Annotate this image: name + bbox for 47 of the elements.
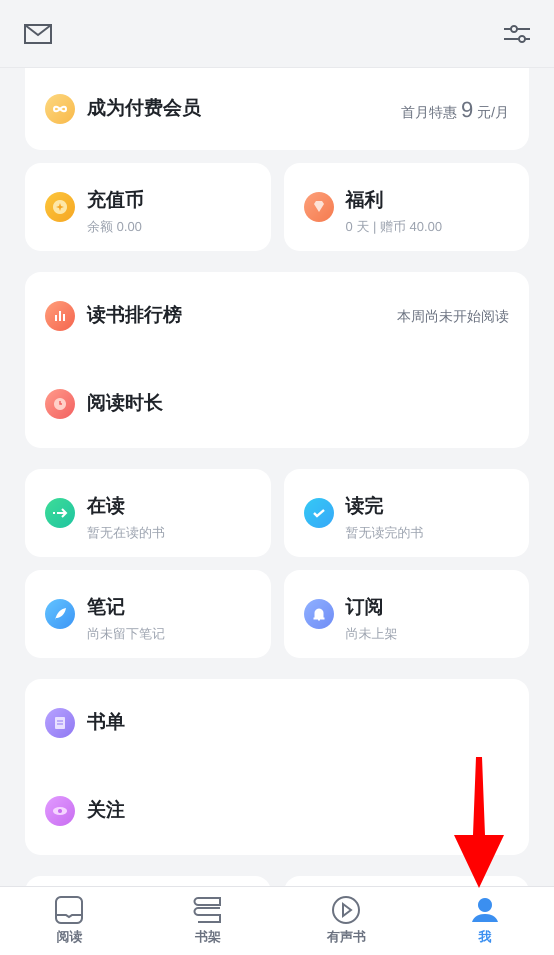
tray-icon <box>54 895 84 926</box>
tile-subtitle: 暂无读完的书 <box>346 524 424 542</box>
feather-icon <box>45 599 75 629</box>
bell-icon <box>304 599 334 629</box>
bar-chart-icon <box>45 301 75 331</box>
tile-title: 笔记 <box>87 596 126 620</box>
member-card[interactable]: 成为付费会员 首月特惠 9 元/月 <box>25 68 529 150</box>
member-offer: 首月特惠 9 元/月 <box>401 96 509 124</box>
clock-icon <box>45 389 75 419</box>
eye-icon <box>45 796 75 826</box>
tile-subtitle: 尚未上架 <box>346 625 398 643</box>
tile-subtitle: 余额 0.00 <box>87 218 143 236</box>
tile-subtitle: 暂无在读的书 <box>87 524 165 542</box>
tab[interactable]: 书架 <box>138 887 277 955</box>
member-title: 成为付费会员 <box>87 96 202 121</box>
row-title: 书单 <box>87 710 126 735</box>
mail-icon[interactable] <box>24 24 52 44</box>
row-title: 阅读时长 <box>87 392 164 416</box>
tile-title: 读完 <box>346 495 384 519</box>
row-title: 关注 <box>87 798 126 823</box>
list-row[interactable]: 关注 <box>25 767 529 855</box>
tile-card[interactable]: 读完 暂无读完的书 <box>284 469 529 557</box>
tile-title: 订阅 <box>346 596 384 620</box>
tile-title: 福利 <box>346 189 384 213</box>
tile-subtitle: 尚未留下笔记 <box>87 625 165 643</box>
tile-card[interactable]: 充值币 余额 0.00 <box>25 163 270 251</box>
play-icon <box>331 895 362 926</box>
tile-card[interactable]: 福利 0 天 | 赠币 40.00 <box>284 163 529 251</box>
check-icon <box>304 498 334 528</box>
coin-icon <box>45 192 75 222</box>
tab[interactable]: 有声书 <box>277 887 416 955</box>
list-row[interactable]: 书单 <box>25 679 529 767</box>
list-row[interactable]: 读书排行榜 本周尚未开始阅读 <box>25 272 529 360</box>
infinity-icon <box>45 94 75 124</box>
books-icon <box>192 895 223 926</box>
row-note: 本周尚未开始阅读 <box>397 306 509 326</box>
tile-title: 在读 <box>87 495 126 519</box>
row-title: 读书排行榜 <box>87 304 183 328</box>
document-icon <box>45 708 75 738</box>
tab[interactable]: 阅读 <box>0 887 138 955</box>
settings-icon[interactable] <box>504 24 530 44</box>
tile-card[interactable]: 在读 暂无在读的书 <box>25 469 270 557</box>
list-row[interactable]: 阅读时长 <box>25 360 529 448</box>
tile-card[interactable]: 订阅 尚未上架 <box>284 570 529 658</box>
tile-title: 充值币 <box>87 189 144 213</box>
tile-subtitle: 0 天 | 赠币 40.00 <box>346 218 442 236</box>
tile-card[interactable]: 笔记 尚未留下笔记 <box>25 570 270 658</box>
